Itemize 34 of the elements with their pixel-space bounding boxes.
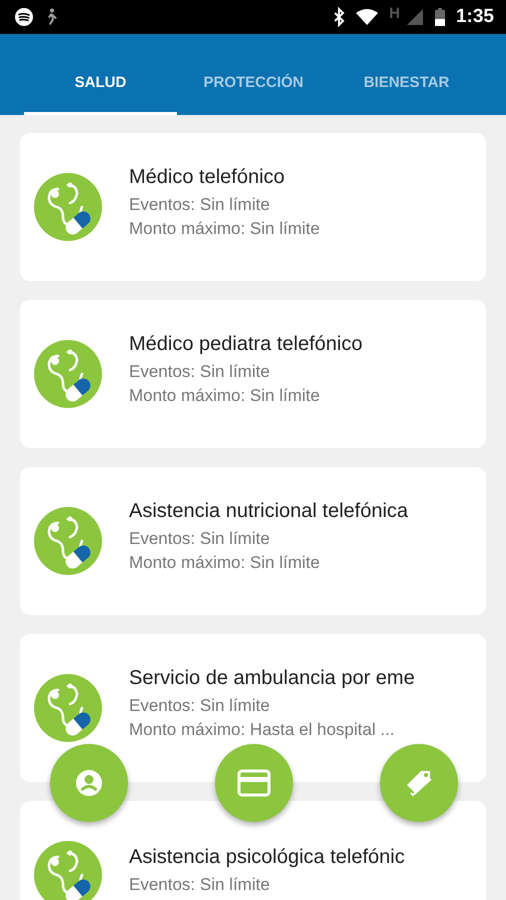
credit-card-icon (237, 769, 271, 797)
max-amount-text: Monto máximo: Sin límite (129, 552, 321, 572)
wifi-icon (355, 8, 380, 26)
battery-icon (434, 7, 446, 27)
network-type: H (389, 5, 400, 22)
stethoscope-pill-icon (34, 507, 102, 575)
tab[interactable]: SALUD (24, 59, 177, 115)
signal-icon (406, 8, 424, 26)
service-card[interactable]: Médico telefónico Eventos: Sin límite Monto máximo: Sin límite (20, 133, 486, 281)
stethoscope-pill-icon (34, 841, 102, 900)
service-title: Asistencia nutricional telefónica (129, 500, 408, 522)
max-amount-text: Monto máximo: Hasta el hospital ... (129, 720, 396, 740)
service-title: Asistencia psicológica telefónic (129, 846, 405, 868)
bluetooth-icon (333, 7, 346, 27)
events-text: Eventos: Sin límite (129, 696, 271, 716)
service-title: Médico pediatra telefónico (129, 332, 362, 356)
service-title: Médico telefónico (129, 166, 286, 188)
service-card[interactable]: Asistencia psicológica telefónic Eventos: Sin límite (20, 801, 486, 900)
stethoscope-pill-icon (34, 173, 102, 241)
music-app-icon (14, 7, 34, 27)
stethoscope-pill-icon (34, 340, 102, 408)
stethoscope-pill-icon (34, 674, 102, 742)
max-amount-text: Monto máximo: Sin límite (129, 386, 321, 406)
service-card[interactable]: Asistencia nutricional telefónica Eventos: Sin límite Monto máximo: Sin límite (20, 467, 486, 615)
max-amount-text: Monto máximo: Sin límite (129, 218, 320, 238)
service-card[interactable]: Médico pediatra telefónico Eventos: Sin límite Monto máximo: Sin límite (20, 300, 486, 448)
profile-icon (74, 768, 104, 798)
events-text: Eventos: Sin límite (129, 528, 271, 548)
service-title: Servicio de ambulancia por eme (129, 666, 415, 690)
service-card[interactable]: Servicio de ambulancia por eme Eventos: Sin límite Monto máximo: Hasta el hospital ... (20, 634, 486, 782)
events-text: Eventos: Sin límite (129, 362, 271, 382)
clock: 1:35 (456, 6, 494, 28)
events-text: Eventos: Sin límite (129, 874, 271, 894)
events-text: Eventos: Sin límite (129, 194, 271, 214)
